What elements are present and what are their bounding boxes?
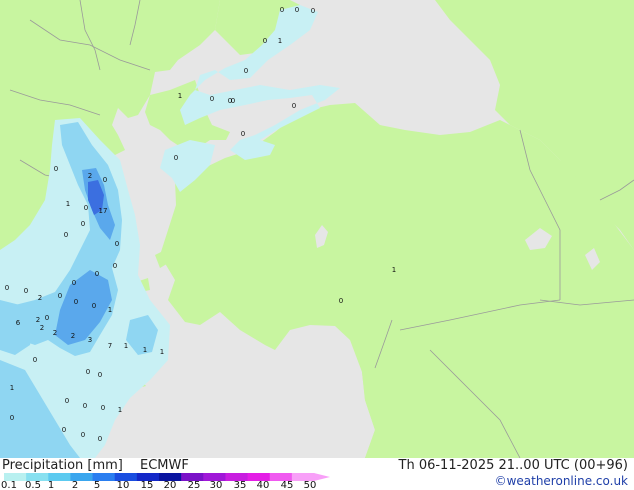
precip-value-label: 0 — [98, 371, 102, 379]
precip-value-label: 0 — [33, 356, 37, 364]
weather-map-page: 0 0 0 0 1 1 0 0 0 0 0 0 2 0 1 0 17 0 0 0 0 0 0 0 0 0 2 0 0 0 6 1 2 2 0 2 2 3 7… — [0, 0, 634, 490]
precip-value-label: 0 — [311, 7, 315, 15]
precip-value-label: 0 — [231, 97, 235, 105]
precip-value-label: 1 — [108, 306, 112, 314]
scale-tick-label: 30 — [209, 480, 223, 490]
precip-value-label: 0 — [54, 165, 58, 173]
precip-value-label: 0 — [101, 404, 105, 412]
precip-value-label: 0 — [72, 279, 76, 287]
precip-value-label: 2 — [38, 294, 42, 302]
precip-value-label: 0 — [95, 270, 99, 278]
precip-value-label: 0 — [280, 6, 284, 14]
precip-value-label: 1 — [178, 92, 182, 100]
precip-value-label: 2 — [88, 172, 92, 180]
precip-value-label: 0 — [174, 154, 178, 162]
scale-tick-label: 0.1 — [1, 480, 17, 490]
precip-value-label: 0 — [5, 284, 9, 292]
precip-value-label: 0 — [64, 231, 68, 239]
precip-value-label: 0 — [241, 130, 245, 138]
precip-value-label: 0 — [292, 102, 296, 110]
model-name: ECMWF — [140, 458, 189, 473]
scale-tick-label: 25 — [187, 480, 201, 490]
precip-value-label: 0 — [24, 287, 28, 295]
scale-tick-label: 2 — [71, 480, 79, 490]
precip-value-label: 0 — [92, 302, 96, 310]
precip-value-label: 1 — [278, 37, 282, 45]
precip-value-label: 0 — [115, 240, 119, 248]
credit-link[interactable]: ©weatheronline.co.uk — [495, 474, 628, 489]
precip-value-label: 7 — [108, 342, 112, 350]
precipitation-map: 0 0 00 11 0 000002 01 0 17000000000200 0612202237… — [0, 0, 634, 458]
precip-value-label: 1 — [392, 266, 396, 274]
scale-tick-label: 5 — [93, 480, 101, 490]
scale-tick-label: 15 — [140, 480, 154, 490]
precip-value-label: 0 — [84, 204, 88, 212]
precip-value-label: 0 — [98, 435, 102, 443]
precip-value-label: 0 — [244, 67, 248, 75]
precip-value-label: 0 — [86, 368, 90, 376]
precip-value-label: 0 — [81, 220, 85, 228]
precip-value-label: 1 — [10, 384, 14, 392]
scale-tick-label: 20 — [163, 480, 177, 490]
precip-value-label: 0 — [339, 297, 343, 305]
precip-value-label: 0 — [210, 95, 214, 103]
precip-value-label: 2 — [40, 324, 44, 332]
precip-value-label: 0 — [45, 314, 49, 322]
precip-value-label: 2 — [71, 332, 75, 340]
precip-value-label: 1 — [143, 346, 147, 354]
precip-value-label: 1 — [118, 406, 122, 414]
scale-tick-label: 40 — [256, 480, 270, 490]
precip-value-label: 0 — [58, 292, 62, 300]
scale-arrow — [314, 473, 330, 481]
precip-value-label: 2 — [36, 316, 40, 324]
precip-value-label: 1 — [66, 200, 70, 208]
legend-title: Precipitation [mm] — [2, 458, 123, 473]
scale-tick-label: 45 — [280, 480, 294, 490]
precip-value-label: 6 — [16, 319, 21, 327]
precip-value-label: 3 — [88, 336, 92, 344]
run-info: Th 06-11-2025 21..00 UTC (00+96) — [398, 458, 629, 473]
scale-tick-label: 10 — [116, 480, 130, 490]
scale-tick-label: 35 — [233, 480, 247, 490]
precip-value-label: 1 — [160, 348, 164, 356]
precip-value-label: 0 — [62, 426, 66, 434]
precip-value-label: 0 — [83, 402, 87, 410]
scale-tick-label: 50 — [303, 480, 317, 490]
precip-value-label: 17 — [99, 207, 108, 215]
scale-tick-label: 0.5 — [25, 480, 41, 490]
scale-tick-label: 1 — [47, 480, 55, 490]
precip-value-label: 0 — [81, 431, 85, 439]
precip-value-label: 0 — [10, 414, 14, 422]
precip-value-label: 0 — [295, 6, 299, 14]
precip-value-label: 0 — [263, 37, 267, 45]
precip-value-label: 2 — [53, 329, 57, 337]
precip-value-label: 0 — [74, 298, 78, 306]
precip-value-label: 1 — [124, 342, 128, 350]
precip-value-label: 0 — [103, 176, 107, 184]
precip-value-label: 0 — [113, 262, 117, 270]
precip-value-label: 0 — [65, 397, 69, 405]
